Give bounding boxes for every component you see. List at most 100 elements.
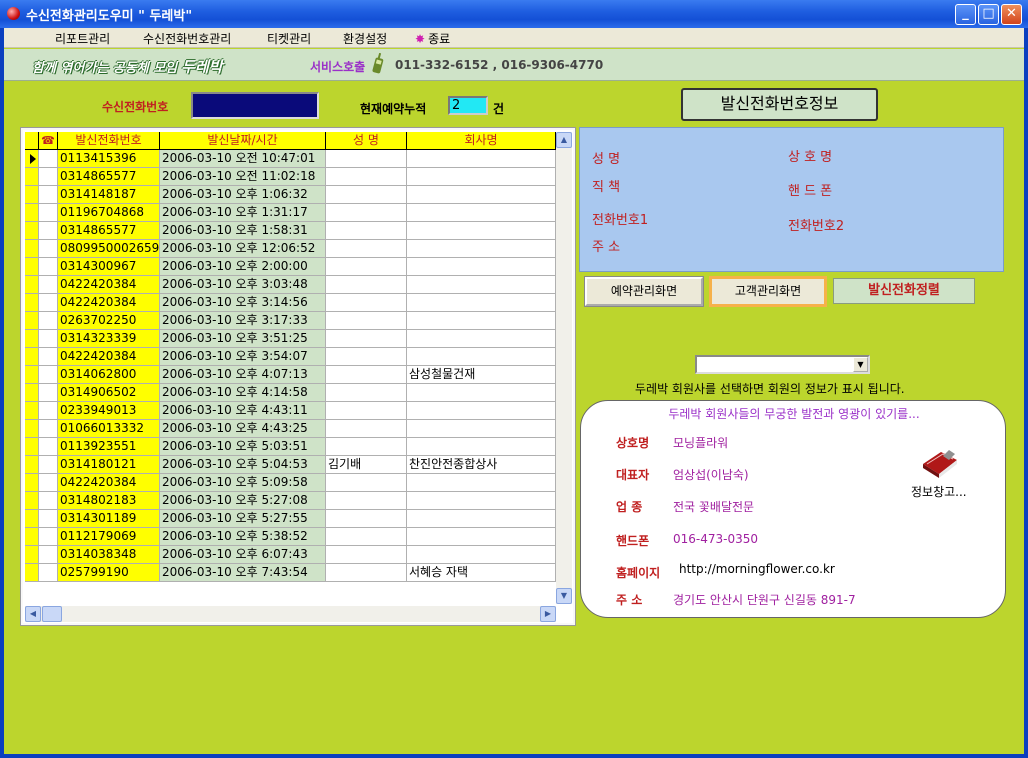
table-row[interactable]: 01066013332 2006-03-10 오후 4:43:25: [25, 420, 556, 438]
row-name[interactable]: [326, 420, 407, 438]
row-company[interactable]: [407, 240, 556, 258]
row-company[interactable]: [407, 294, 556, 312]
row-icon-cell[interactable]: [39, 456, 58, 474]
row-phone[interactable]: 0314906502: [58, 384, 160, 402]
row-name[interactable]: [326, 294, 407, 312]
row-phone[interactable]: 08099500026594: [58, 240, 160, 258]
vertical-scrollbar[interactable]: ▲ ▼: [556, 132, 572, 604]
row-selector[interactable]: [25, 330, 39, 348]
row-company[interactable]: [407, 222, 556, 240]
row-name[interactable]: [326, 510, 407, 528]
horizontal-scrollbar[interactable]: ◀ ▶: [25, 606, 556, 622]
row-selector[interactable]: [25, 366, 39, 384]
scroll-down-icon[interactable]: ▼: [556, 588, 572, 604]
row-selector[interactable]: [25, 312, 39, 330]
row-phone[interactable]: 0113415396: [58, 150, 160, 168]
row-phone[interactable]: 0422420384: [58, 474, 160, 492]
row-company[interactable]: [407, 204, 556, 222]
row-name[interactable]: [326, 366, 407, 384]
row-name[interactable]: [326, 348, 407, 366]
row-company[interactable]: 찬진안전종합상사: [407, 456, 556, 474]
row-time[interactable]: 2006-03-10 오후 12:06:52: [160, 240, 326, 258]
row-icon-cell[interactable]: [39, 564, 58, 582]
close-button[interactable]: ✕: [1001, 4, 1022, 25]
row-name[interactable]: [326, 276, 407, 294]
table-row[interactable]: 0422420384 2006-03-10 오후 3:14:56: [25, 294, 556, 312]
row-time[interactable]: 2006-03-10 오후 4:43:25: [160, 420, 326, 438]
horizontal-scroll-thumb[interactable]: [42, 606, 62, 622]
table-row[interactable]: 01196704868 2006-03-10 오후 1:31:17: [25, 204, 556, 222]
table-row[interactable]: 0314180121 2006-03-10 오후 5:04:53 김기배 찬진안전종합…: [25, 456, 556, 474]
row-icon-cell[interactable]: [39, 366, 58, 384]
row-name[interactable]: [326, 384, 407, 402]
table-row[interactable]: 0113415396 2006-03-10 오전 10:47:01: [25, 150, 556, 168]
menu-report[interactable]: 리포트관리: [55, 30, 110, 47]
row-time[interactable]: 2006-03-10 오후 5:09:58: [160, 474, 326, 492]
row-company[interactable]: [407, 258, 556, 276]
row-selector[interactable]: [25, 294, 39, 312]
table-row[interactable]: 0314038348 2006-03-10 오후 6:07:43: [25, 546, 556, 564]
row-time[interactable]: 2006-03-10 오후 3:14:56: [160, 294, 326, 312]
row-time[interactable]: 2006-03-10 오후 4:07:13: [160, 366, 326, 384]
row-selector[interactable]: [25, 222, 39, 240]
table-row[interactable]: 0422420384 2006-03-10 오후 5:09:58: [25, 474, 556, 492]
row-phone[interactable]: 0314301189: [58, 510, 160, 528]
row-time[interactable]: 2006-03-10 오후 5:27:55: [160, 510, 326, 528]
row-phone[interactable]: 0233949013: [58, 402, 160, 420]
reservation-count-field[interactable]: 2: [448, 96, 488, 115]
menu-settings[interactable]: 환경설정: [343, 30, 387, 47]
row-selector[interactable]: [25, 546, 39, 564]
table-row[interactable]: 0314300967 2006-03-10 오후 2:00:00: [25, 258, 556, 276]
reservation-screen-button[interactable]: 예약관리화면: [584, 276, 704, 307]
row-name[interactable]: [326, 222, 407, 240]
grid-header-name[interactable]: 성 명: [326, 132, 407, 150]
caller-info-button[interactable]: 발신전화번호정보: [681, 88, 878, 121]
row-company[interactable]: 삼성철물건재: [407, 366, 556, 384]
row-icon-cell[interactable]: [39, 546, 58, 564]
menu-exit[interactable]: ✸ 종료: [415, 30, 450, 47]
row-selector[interactable]: [25, 510, 39, 528]
row-selector[interactable]: [25, 492, 39, 510]
row-time[interactable]: 2006-03-10 오후 5:27:08: [160, 492, 326, 510]
row-name[interactable]: [326, 528, 407, 546]
row-name[interactable]: [326, 150, 407, 168]
row-time[interactable]: 2006-03-10 오후 4:14:58: [160, 384, 326, 402]
row-name[interactable]: [326, 402, 407, 420]
table-row[interactable]: 025799190 2006-03-10 오후 7:43:54 서혜승 자택: [25, 564, 556, 582]
row-icon-cell[interactable]: [39, 402, 58, 420]
row-icon-cell[interactable]: [39, 438, 58, 456]
row-phone[interactable]: 0113923551: [58, 438, 160, 456]
row-selector[interactable]: [25, 204, 39, 222]
row-company[interactable]: [407, 420, 556, 438]
row-name[interactable]: [326, 204, 407, 222]
row-selector[interactable]: [25, 240, 39, 258]
row-company[interactable]: [407, 150, 556, 168]
row-selector[interactable]: [25, 438, 39, 456]
row-selector[interactable]: [25, 456, 39, 474]
row-icon-cell[interactable]: [39, 330, 58, 348]
menu-ticket[interactable]: 티켓관리: [267, 30, 311, 47]
row-icon-cell[interactable]: [39, 528, 58, 546]
row-company[interactable]: [407, 312, 556, 330]
row-phone[interactable]: 0314802183: [58, 492, 160, 510]
row-time[interactable]: 2006-03-10 오후 1:58:31: [160, 222, 326, 240]
maximize-button[interactable]: □: [978, 4, 999, 25]
row-company[interactable]: [407, 546, 556, 564]
scroll-left-icon[interactable]: ◀: [25, 606, 41, 622]
row-company[interactable]: [407, 276, 556, 294]
row-time[interactable]: 2006-03-10 오후 5:04:53: [160, 456, 326, 474]
info-storage-label[interactable]: 정보창고...: [911, 483, 967, 500]
row-selector[interactable]: [25, 384, 39, 402]
book-icon[interactable]: [919, 446, 961, 482]
row-company[interactable]: [407, 510, 556, 528]
row-icon-cell[interactable]: [39, 276, 58, 294]
row-icon-cell[interactable]: [39, 150, 58, 168]
row-icon-cell[interactable]: [39, 312, 58, 330]
row-time[interactable]: 2006-03-10 오전 10:47:01: [160, 150, 326, 168]
row-selector[interactable]: [25, 348, 39, 366]
row-time[interactable]: 2006-03-10 오후 1:06:32: [160, 186, 326, 204]
row-phone[interactable]: 0314062800: [58, 366, 160, 384]
table-row[interactable]: 0314062800 2006-03-10 오후 4:07:13 삼성철물건재: [25, 366, 556, 384]
row-company[interactable]: [407, 330, 556, 348]
row-name[interactable]: [326, 330, 407, 348]
